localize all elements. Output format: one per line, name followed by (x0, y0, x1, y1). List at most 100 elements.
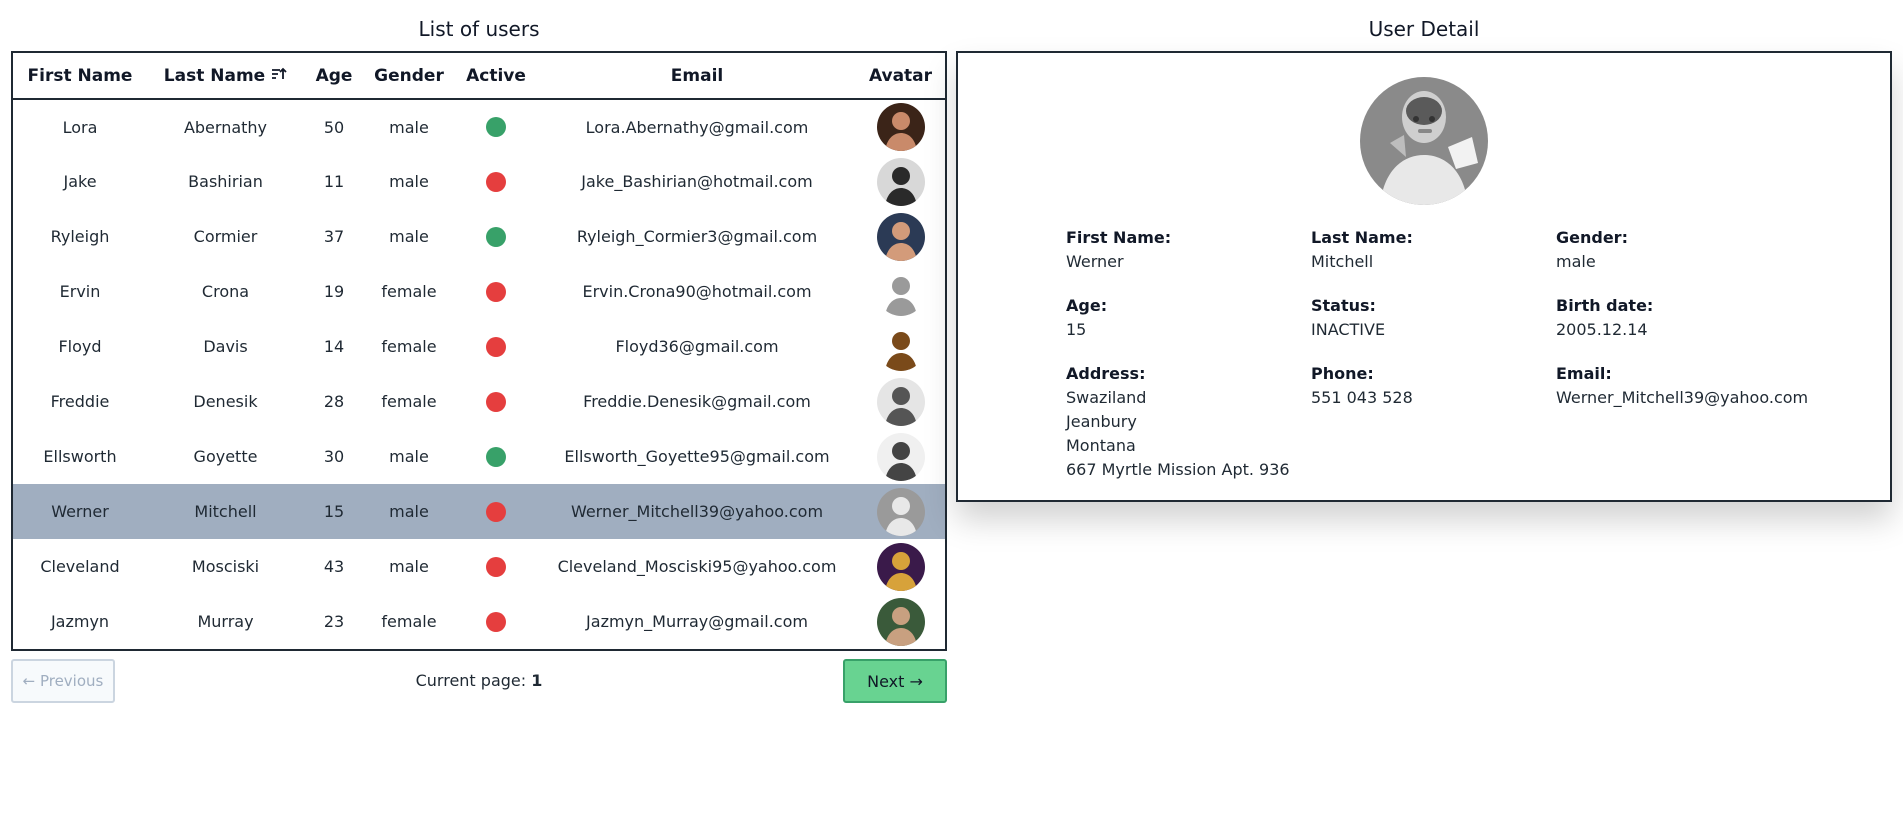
cell-gender: female (381, 392, 437, 411)
age-field: Age: 15 (1066, 294, 1311, 342)
users-list-panel: List of users First Name Last Name Age G… (11, 0, 947, 707)
cell-last: Mosciski (191, 557, 260, 576)
cell-avatar (856, 594, 945, 649)
cell-email: Cleveland_Mosciski95@yahoo.com (557, 557, 837, 576)
cell-last: Cormier (193, 227, 258, 246)
cell-active (454, 319, 538, 374)
cell-last: Murray (197, 612, 254, 631)
detail-avatar (1360, 77, 1488, 205)
table-row[interactable]: Freddie Denesik 28 female Freddie.Denesik@gm… (13, 374, 945, 429)
cell-first: Floyd (58, 337, 102, 356)
inactive-status-dot (486, 281, 506, 302)
inactive-status-dot (486, 391, 506, 412)
cell-gender: female (381, 612, 437, 631)
table-row[interactable]: Werner Mitchell 15 male Werner_Mitchell39@ya… (13, 484, 945, 539)
avatar (876, 432, 925, 481)
cell-active (454, 154, 538, 209)
address-line: Montana (1066, 436, 1136, 455)
status-field: Status: INACTIVE (1311, 294, 1556, 342)
address-line: Swaziland (1066, 388, 1147, 407)
cell-age: 43 (323, 557, 345, 576)
cell-email: Lora.Abernathy@gmail.com (585, 117, 809, 137)
avatar (876, 487, 925, 536)
inactive-status-dot (486, 611, 506, 632)
cell-last: Goyette (193, 447, 258, 466)
table-row[interactable]: Jazmyn Murray 23 female Jazmyn_Murray@gmail.… (13, 594, 945, 649)
users-table: First Name Last Name Age Gender Active E… (11, 51, 947, 651)
column-header-last-name[interactable]: Last Name (147, 53, 304, 100)
cell-last: Mitchell (147, 484, 304, 539)
cell-avatar (856, 319, 945, 374)
age-value: 15 (1066, 320, 1087, 339)
column-header-age[interactable]: Age (304, 53, 364, 100)
table-row[interactable]: Lora Abernathy 50 male Lora.Abernathy@gmail.… (13, 99, 945, 154)
cell-first: Werner (13, 484, 147, 539)
phone-value: 551 043 528 (1311, 388, 1413, 407)
avatar (876, 157, 925, 206)
cell-email: Floyd36@gmail.com (615, 337, 779, 356)
table-row[interactable]: Ervin Crona 19 female Ervin.Crona90@hotmail.… (13, 264, 945, 319)
sort-ascending-icon[interactable] (271, 66, 287, 86)
first-name-field: First Name: Werner (1066, 226, 1311, 274)
cell-age: 11 (323, 172, 345, 191)
cell-active (454, 539, 538, 594)
cell-avatar (856, 539, 945, 594)
column-header-gender[interactable]: Gender (364, 53, 454, 100)
table-row[interactable]: Ryleigh Cormier 37 male Ryleigh_Cormier3@gma… (13, 209, 945, 264)
user-detail-card: First Name: Werner Last Name: Mitchell G… (956, 51, 1892, 502)
avatar (876, 212, 925, 261)
email-value: Werner_Mitchell39@yahoo.com (1556, 388, 1809, 407)
first-name-value: Werner (1066, 252, 1124, 271)
table-row[interactable]: Jake Bashirian 11 male Jake_Bashirian@hotmai… (13, 154, 945, 209)
next-button[interactable]: Next → (843, 659, 947, 703)
email-label: Email: (1556, 364, 1612, 383)
cell-avatar (856, 429, 945, 484)
birth-date-value: 2005.12.14 (1556, 320, 1648, 339)
column-header-active[interactable]: Active (454, 53, 538, 100)
cell-avatar (856, 99, 945, 154)
status-label: Status: (1311, 296, 1376, 315)
cell-last: Crona (201, 282, 250, 301)
cell-last: Abernathy (183, 117, 268, 137)
cell-gender: male (389, 447, 429, 466)
avatar (876, 267, 925, 316)
cell-first: Lora (62, 117, 98, 137)
cell-last: Bashirian (188, 172, 263, 191)
email-field: Email: Werner_Mitchell39@yahoo.com (1556, 362, 1809, 482)
cell-active (454, 99, 538, 154)
cell-active (454, 594, 538, 649)
table-row[interactable]: Ellsworth Goyette 30 male Ellsworth_Goyette9… (13, 429, 945, 484)
cell-avatar (856, 154, 945, 209)
current-page-indicator: Current page: 1 (11, 659, 947, 703)
cell-age: 15 (304, 484, 364, 539)
column-header-email[interactable]: Email (538, 53, 856, 100)
previous-button[interactable]: ← Previous (11, 659, 115, 703)
cell-gender: male (389, 227, 429, 246)
cell-gender: female (381, 282, 437, 301)
avatar (876, 103, 925, 151)
active-status-dot (486, 117, 506, 138)
detail-fields: First Name: Werner Last Name: Mitchell G… (1066, 226, 1809, 482)
cell-gender: male (364, 484, 454, 539)
cell-gender: male (389, 557, 429, 576)
avatar (876, 377, 925, 426)
avatar (876, 597, 925, 646)
table-row[interactable]: Floyd Davis 14 female Floyd36@gmail.com (13, 319, 945, 374)
cell-active (454, 209, 538, 264)
cell-age: 14 (323, 337, 345, 356)
gender-value: male (1556, 252, 1596, 271)
last-name-value: Mitchell (1311, 252, 1374, 271)
cell-age: 50 (323, 117, 345, 137)
inactive-status-dot (486, 171, 506, 192)
pagination: ← Previous Current page: 1 Next → (11, 659, 947, 707)
table-row[interactable]: Cleveland Mosciski 43 male Cleveland_Moscisk… (13, 539, 945, 594)
cell-first: Jake (63, 172, 97, 191)
phone-field: Phone: 551 043 528 (1311, 362, 1556, 482)
address-field: Address: Swaziland Jeanbury Montana 667 … (1066, 362, 1311, 482)
cell-avatar (856, 374, 945, 429)
inactive-status-dot (486, 556, 506, 577)
current-page-number: 1 (531, 671, 543, 690)
cell-first: Ryleigh (50, 227, 110, 246)
table-header-row: First Name Last Name Age Gender Active E… (13, 53, 945, 100)
column-header-first-name[interactable]: First Name (13, 53, 147, 100)
